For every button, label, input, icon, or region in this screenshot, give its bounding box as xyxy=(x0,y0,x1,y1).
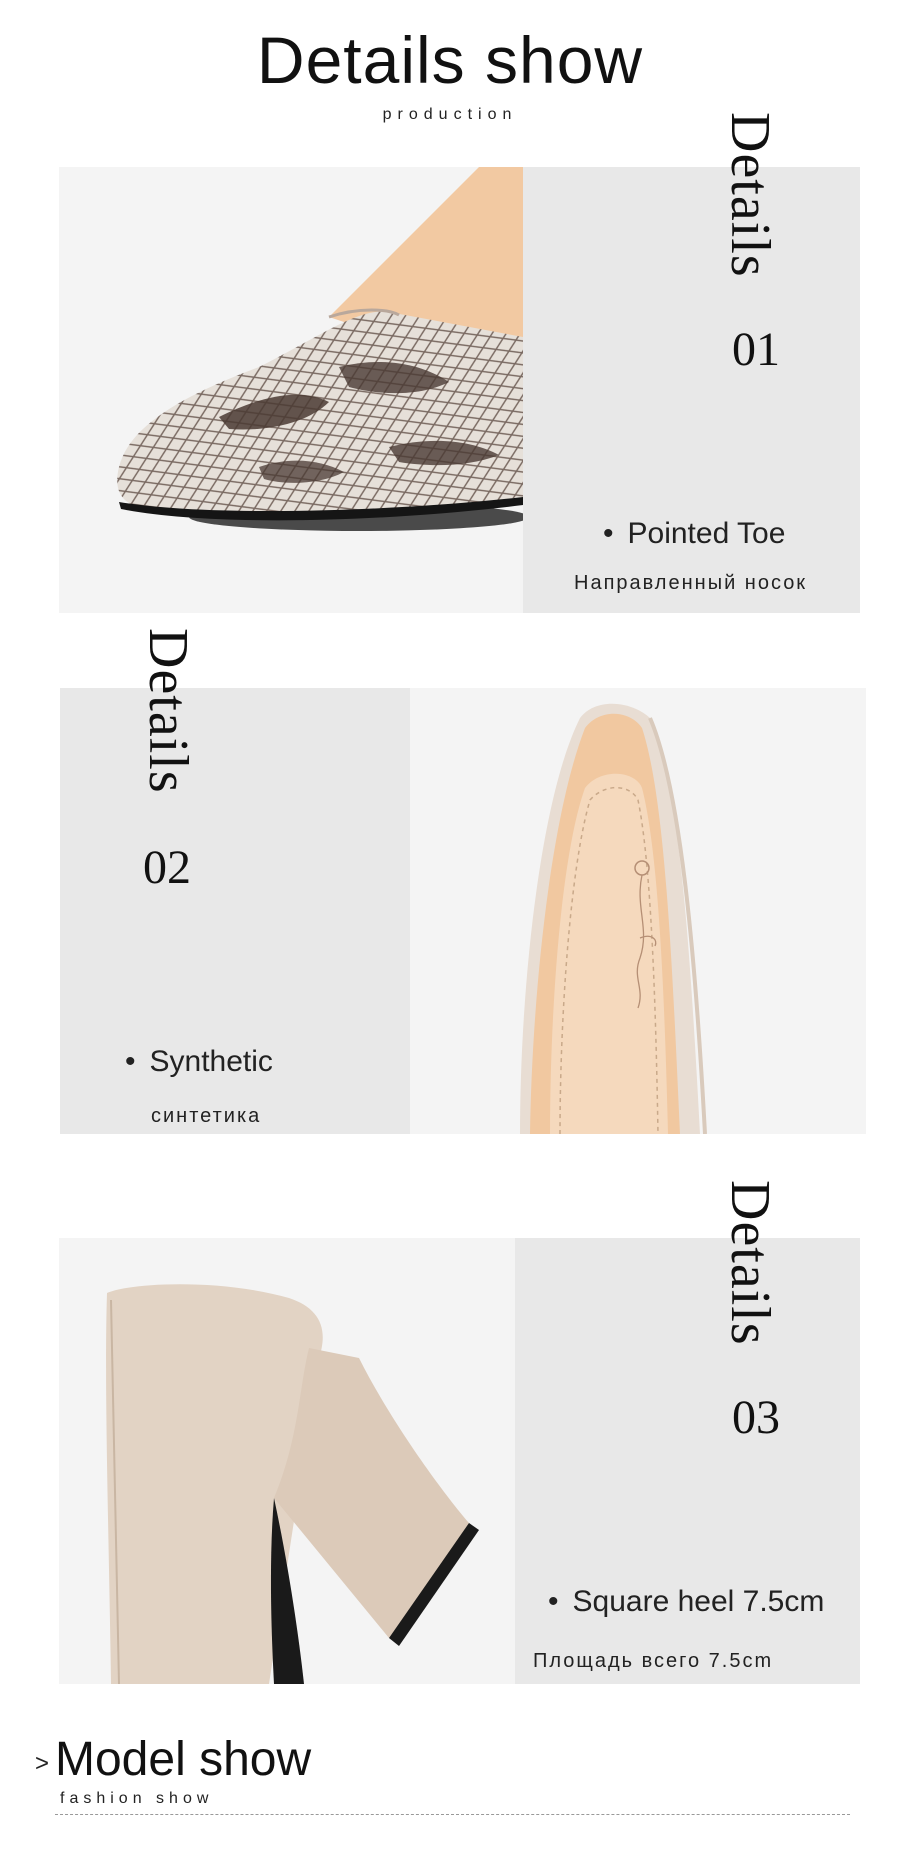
detail-02-feature-ru: синтетика xyxy=(151,1105,262,1127)
detail-03-feature-ru: Площадь всего 7.5cm xyxy=(533,1650,774,1672)
bullet-dot-icon: • xyxy=(125,1045,136,1078)
detail-03-photo-panel xyxy=(59,1238,515,1684)
bullet-dot-icon: • xyxy=(603,517,614,550)
detail-02-word: Details xyxy=(137,628,199,794)
detail-01-photo-panel xyxy=(59,167,523,613)
detail-03-feature: • Square heel 7.5cm xyxy=(548,1585,824,1619)
model-show-subtitle: fashion show xyxy=(60,1790,214,1807)
detail-01-feature-ru: Направленный носок xyxy=(574,572,808,594)
detail-01-feature-label: Pointed Toe xyxy=(627,517,786,550)
detail-01-number: 01 xyxy=(732,323,780,376)
detail-02-feature: • Synthetic xyxy=(125,1045,273,1079)
detail-02-number: 02 xyxy=(143,841,191,894)
detail-02-photo-panel xyxy=(410,688,866,1134)
detail-01-word: Details xyxy=(719,112,781,278)
page-title: Details show xyxy=(256,23,644,97)
chevron-right-icon: > xyxy=(35,1750,50,1777)
snakeskin-pointed-toe-photo xyxy=(117,167,523,531)
detail-03-feature-label: Square heel 7.5cm xyxy=(572,1585,825,1618)
block-heel-photo xyxy=(106,1284,479,1684)
detail-03-number: 03 xyxy=(732,1391,780,1444)
detail-03-word: Details xyxy=(719,1180,781,1346)
detail-01-feature: • Pointed Toe xyxy=(603,517,785,551)
shoe-insole-photo xyxy=(520,703,707,1134)
divider xyxy=(55,1814,850,1815)
detail-02-feature-label: Synthetic xyxy=(149,1045,273,1078)
bullet-dot-icon: • xyxy=(548,1585,559,1618)
model-show-title: Model show xyxy=(55,1733,312,1786)
